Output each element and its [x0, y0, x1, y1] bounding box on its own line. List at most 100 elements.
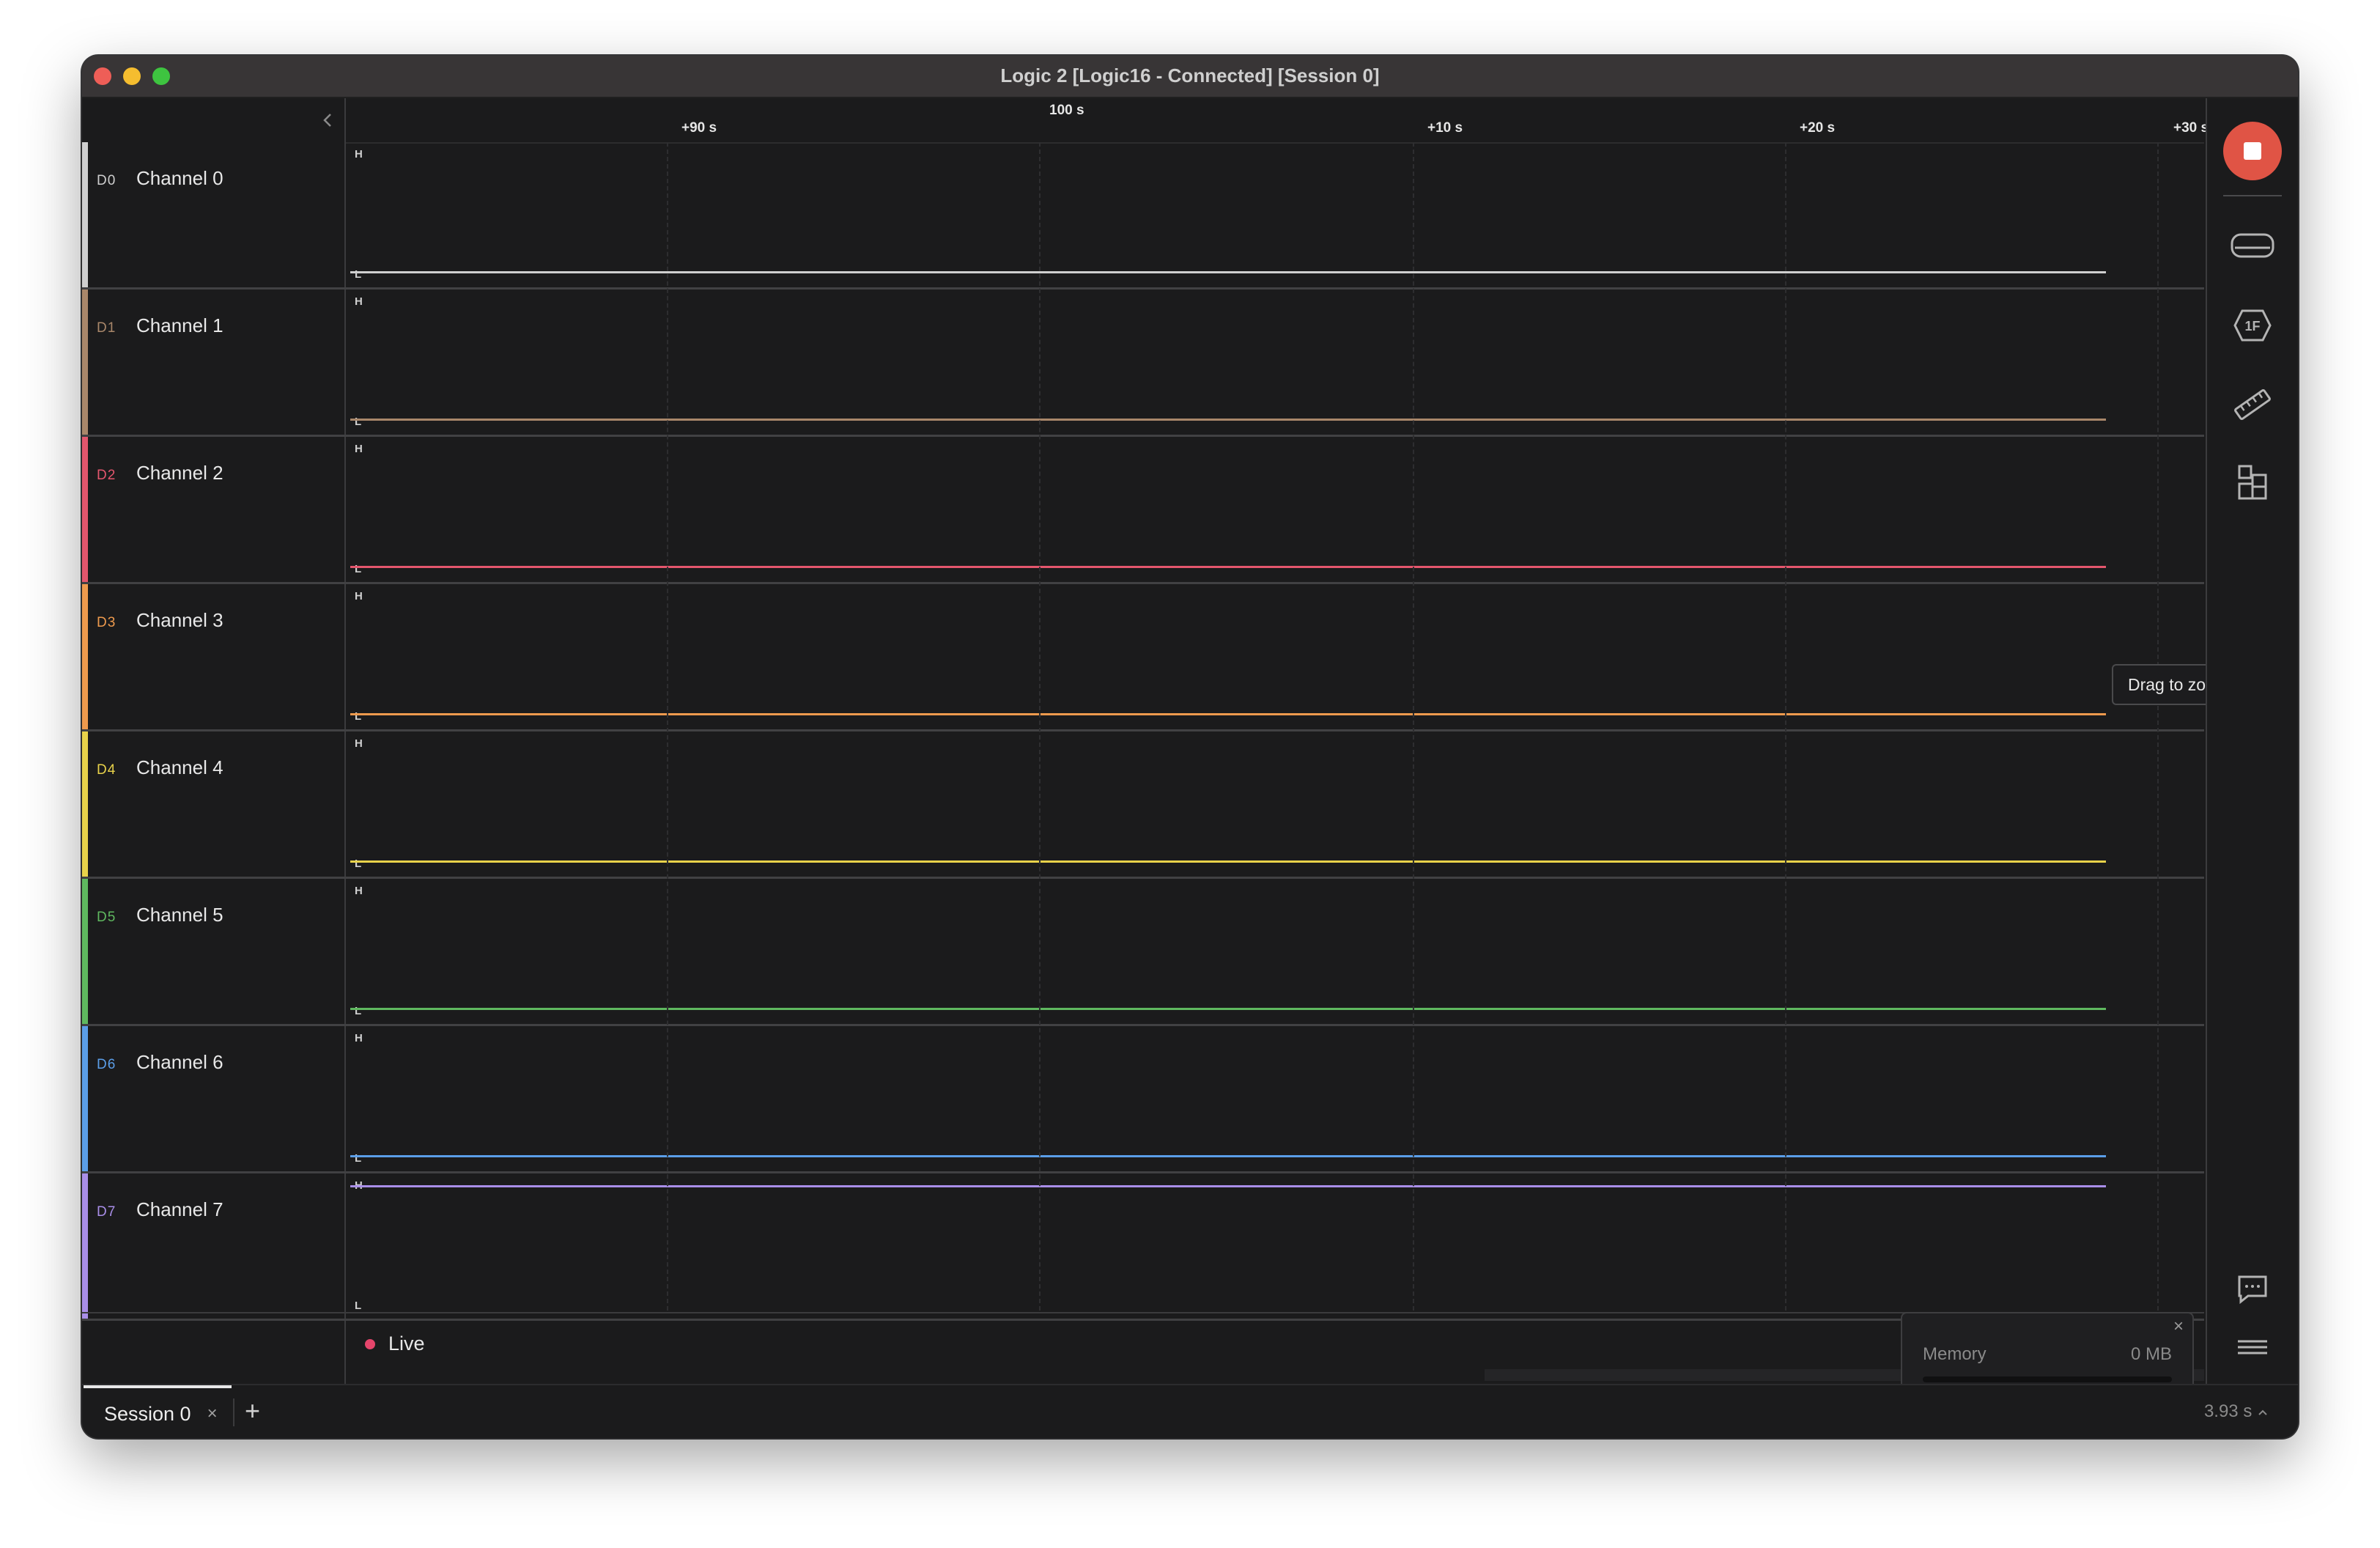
chevron-left-icon	[323, 114, 331, 127]
channel-color-bar	[82, 1173, 88, 1319]
channel-id: D6	[97, 1057, 117, 1072]
channel-name[interactable]: Channel 0	[136, 167, 223, 190]
analyzers-icon: 1F	[2233, 309, 2272, 342]
channel-color-bar	[82, 290, 88, 435]
device-icon	[2231, 233, 2274, 258]
title-bar: Logic 2 [Logic16 - Connected] [Session 0…	[82, 56, 2298, 98]
low-level-marker: L	[355, 1300, 362, 1312]
channel-id: D2	[97, 468, 117, 483]
channel-color-bar	[82, 142, 88, 287]
ruler-tick-label: +20 s	[1800, 120, 1836, 136]
memory-label: Memory	[1923, 1344, 1987, 1364]
session-tab-close-button[interactable]: ×	[207, 1404, 218, 1424]
grid-line	[1413, 142, 1414, 1311]
channel-name[interactable]: Channel 6	[136, 1051, 223, 1074]
channel-waveform[interactable]: HL	[346, 290, 2204, 435]
memory-usage-bar	[1923, 1376, 2172, 1382]
memory-value: 0 MB	[2130, 1344, 2172, 1364]
high-level-marker: H	[355, 443, 363, 455]
feedback-button[interactable]	[2231, 1268, 2274, 1309]
menu-icon	[2238, 1340, 2267, 1354]
low-level-marker: L	[355, 268, 362, 281]
high-level-marker: H	[355, 148, 363, 161]
channel-row[interactable]: D1 Channel 1HL	[82, 290, 2204, 437]
channel-id: D7	[97, 1204, 117, 1220]
channel-color-bar	[82, 731, 88, 877]
signal-trace	[350, 713, 2106, 715]
channel-waveform[interactable]: HL	[346, 731, 2204, 877]
grid-line	[2157, 142, 2159, 1311]
high-level-marker: H	[355, 295, 363, 308]
channel-id: D1	[97, 320, 117, 336]
high-level-marker: H	[355, 737, 363, 750]
tab-divider	[233, 1398, 234, 1426]
channel-waveform[interactable]: HL	[346, 142, 2204, 287]
main-menu-button[interactable]	[2231, 1327, 2274, 1368]
measure-ruler-icon	[2234, 388, 2271, 421]
low-level-marker: L	[355, 563, 362, 575]
channel-waveform[interactable]: HL	[346, 1173, 2204, 1319]
channel-waveform[interactable]: HL	[346, 584, 2204, 729]
ruler-tick-label: +30 s	[2173, 120, 2209, 136]
live-dot-icon	[365, 1338, 375, 1349]
ruler-tick-label: +10 s	[1427, 120, 1463, 136]
memory-close-button[interactable]: ×	[2173, 1316, 2184, 1337]
window-title: Logic 2 [Logic16 - Connected] [Session 0…	[1000, 64, 1380, 86]
device-settings-button[interactable]	[2231, 226, 2274, 267]
stop-record-button[interactable]	[2223, 122, 2282, 180]
high-level-marker: H	[355, 590, 363, 602]
channel-row[interactable]: D6 Channel 6 HL	[82, 1026, 2204, 1173]
stop-record-icon	[2244, 142, 2261, 160]
live-indicator: Live	[365, 1333, 425, 1355]
live-label: Live	[388, 1333, 425, 1354]
channel-color-bar	[82, 437, 88, 582]
feedback-icon	[2238, 1275, 2267, 1305]
channel-row[interactable]: D0 Channel 0HL	[82, 142, 2204, 290]
app-window: Logic 2 [Logic16 - Connected] [Session 0…	[82, 56, 2298, 1438]
toolbar-divider	[2223, 195, 2282, 196]
channel-name[interactable]: Channel 5	[136, 904, 223, 926]
channel-name[interactable]: Channel 7	[136, 1198, 223, 1221]
tab-session-0[interactable]: Session 0 ×	[84, 1385, 232, 1438]
channel-row[interactable]: D4 Channel 4HL	[82, 731, 2204, 879]
measurements-button[interactable]	[2231, 384, 2274, 425]
session-tab-label: Session 0	[104, 1402, 191, 1425]
low-level-marker: L	[355, 1152, 362, 1165]
channel-row[interactable]: D3 Channel 3HL	[82, 584, 2204, 731]
low-level-marker: L	[355, 416, 362, 428]
channel-name[interactable]: Channel 3	[136, 609, 223, 632]
channel-waveform[interactable]: HL	[346, 437, 2204, 582]
svg-text:1F: 1F	[2244, 319, 2260, 333]
analyzers-button[interactable]: 1F	[2231, 305, 2274, 346]
capture-area[interactable]: +90 s 100 s +10 s +20 s +30 s D0 Channel …	[82, 98, 2245, 1396]
low-level-marker: L	[355, 710, 362, 723]
capture-timer[interactable]: 3.93 s	[2204, 1401, 2269, 1422]
chevron-up-icon	[2258, 1409, 2267, 1415]
grid-line	[667, 142, 668, 1311]
collapse-sidebar-button[interactable]	[317, 106, 339, 135]
channel-id: D4	[97, 762, 117, 778]
status-bar: Session 0 × + 3.93 s	[82, 1384, 2298, 1438]
memory-panel: × Memory 0 MB	[1901, 1312, 2194, 1396]
channel-row[interactable]: D7 Channel 7 HL	[82, 1173, 2204, 1321]
time-ruler[interactable]: +90 s 100 s +10 s +20 s +30 s	[346, 98, 2209, 144]
add-session-button[interactable]: +	[245, 1396, 260, 1426]
channel-id: D3	[97, 615, 117, 630]
channel-color-bar	[82, 879, 88, 1024]
low-level-marker: L	[355, 1005, 362, 1017]
grid-line	[1785, 142, 1786, 1311]
channel-name[interactable]: Channel 2	[136, 462, 223, 484]
channel-waveform[interactable]: HL	[346, 879, 2204, 1024]
channel-row[interactable]: D2 Channel 2HL	[82, 437, 2204, 584]
extensions-button[interactable]	[2231, 462, 2274, 503]
channel-row[interactable]: D5 Channel 5HL	[82, 879, 2204, 1026]
grid-line	[1039, 142, 1041, 1311]
extensions-icon	[2238, 465, 2267, 500]
signal-trace	[350, 1185, 2106, 1187]
channel-waveform[interactable]: HL	[346, 1026, 2204, 1171]
ruler-tick-label: +90 s	[681, 120, 717, 136]
channel-color-bar	[82, 1026, 88, 1171]
low-level-marker: L	[355, 858, 362, 870]
channel-name[interactable]: Channel 1	[136, 314, 223, 337]
channel-name[interactable]: Channel 4	[136, 756, 223, 779]
